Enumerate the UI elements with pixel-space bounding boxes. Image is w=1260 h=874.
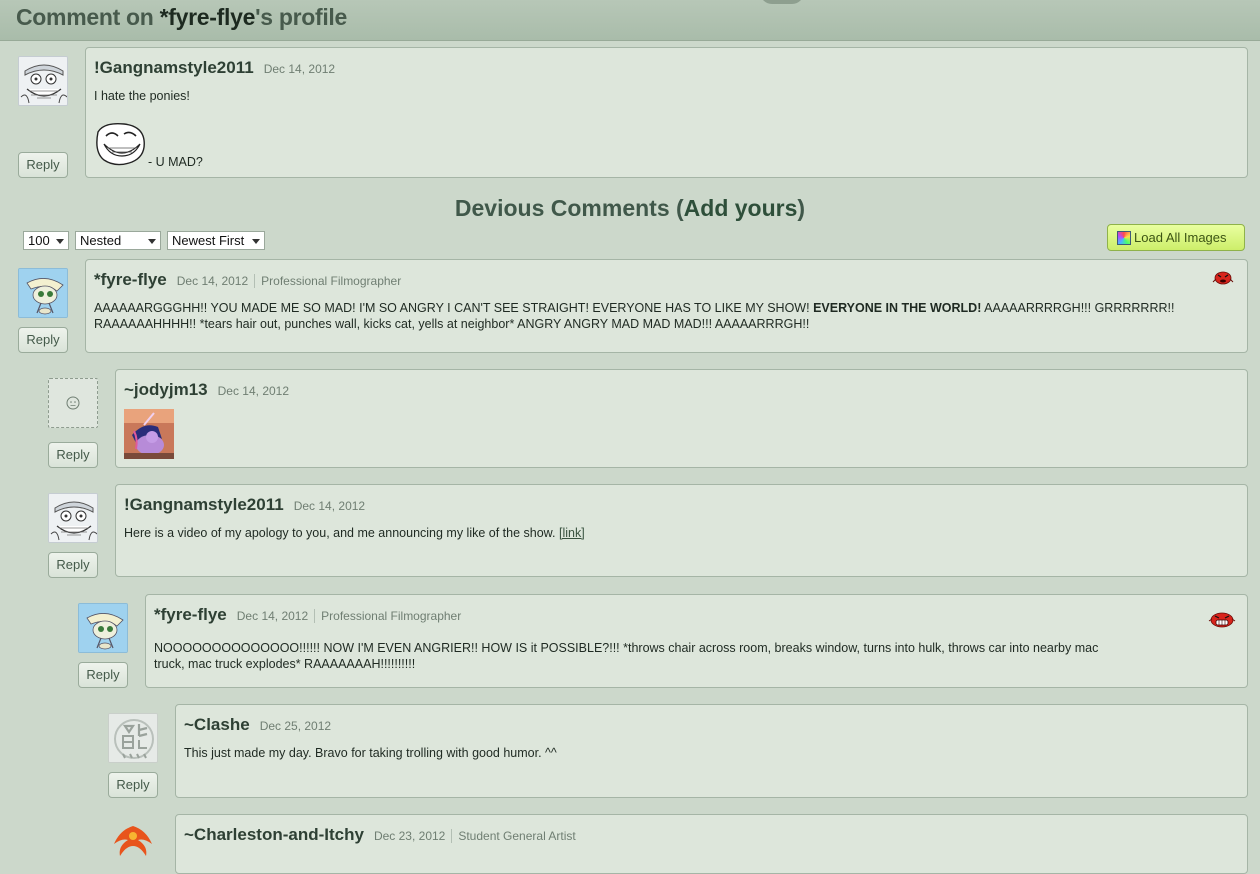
comment-date[interactable]: Dec 23, 2012 [374, 829, 445, 843]
troll-avatar-icon [19, 57, 67, 105]
pony-image-icon[interactable] [124, 409, 174, 459]
main-comment: !Gangnamstyle2011 Dec 14, 2012 I hate the… [85, 47, 1248, 178]
comment-text: RAAAAAAHHHH!! *tears hair out, punches w… [94, 317, 810, 331]
comment: *fyre-flye Dec 14, 2012 Professional Filmo… [85, 259, 1248, 353]
comment-text: Here is a video of my apology to you, an… [124, 526, 585, 540]
comment-date[interactable]: Dec 14, 2012 [218, 384, 289, 398]
comment-author[interactable]: ~Charleston-and-Itchy [184, 825, 364, 844]
section-title: Devious Comments (Add yours) [454, 195, 806, 221]
reply-button[interactable]: Reply [48, 442, 98, 468]
header-tab-decoration [760, 0, 804, 4]
reply-button[interactable]: Reply [78, 662, 128, 688]
chevron-down-icon [148, 239, 156, 244]
comment-date[interactable]: Dec 25, 2012 [260, 719, 331, 733]
comment: ~Clashe Dec 25, 2012 This just made my da… [175, 704, 1248, 798]
pony-avatar-icon [19, 269, 67, 317]
avatar[interactable] [48, 493, 98, 543]
trollface-emoticon-icon [96, 122, 145, 166]
comment-date[interactable]: Dec 14, 2012 [294, 499, 365, 513]
reply-button[interactable]: Reply [18, 327, 68, 353]
comment-author[interactable]: ~jodyjm13 [124, 380, 208, 399]
author-role: Student General Artist [451, 829, 576, 843]
comment-text: NOOOOOOOOOOOOOO!!!!!! NOW I'M EVEN ANGRI… [154, 641, 1099, 655]
comment-author[interactable]: !Gangnamstyle2011 [94, 58, 254, 77]
comment: !Gangnamstyle2011 Dec 14, 2012 Here is a … [115, 484, 1248, 577]
avatar[interactable] [108, 713, 158, 763]
avatar[interactable] [18, 268, 68, 318]
author-role: Professional Filmographer [314, 609, 462, 623]
per-page-select[interactable]: 100 [23, 231, 69, 250]
avatar[interactable] [18, 56, 68, 106]
image-icon [1117, 231, 1131, 245]
comment-author[interactable]: !Gangnamstyle2011 [124, 495, 284, 514]
phoenix-avatar-icon [114, 826, 152, 856]
reply-button[interactable]: Reply [48, 552, 98, 578]
reply-button[interactable]: Reply [18, 152, 68, 178]
sort-order-select[interactable]: Newest First [167, 231, 265, 250]
comment-text: I hate the ponies! [94, 89, 190, 103]
angry-emoticon-icon [1212, 271, 1234, 285]
troll-avatar-icon [49, 494, 97, 542]
comment-text: - U MAD? [148, 155, 203, 169]
kanji-avatar-icon [109, 714, 157, 762]
comment-author[interactable]: ~Clashe [184, 715, 250, 734]
add-comment-link[interactable]: Add yours [684, 195, 798, 221]
load-all-images-button[interactable]: Load All Images [1107, 224, 1245, 251]
comment-text: This just made my day. Bravo for taking … [184, 746, 557, 760]
comment: ~jodyjm13 Dec 14, 2012 [115, 369, 1248, 468]
comment: *fyre-flye Dec 14, 2012 Professional Filmo… [145, 594, 1248, 688]
comment-author[interactable]: *fyre-flye [94, 270, 167, 289]
default-avatar-icon [66, 396, 80, 410]
comment-date[interactable]: Dec 14, 2012 [237, 609, 308, 623]
profile-owner-link[interactable]: *fyre-flye [160, 4, 256, 30]
author-role: Professional Filmographer [254, 274, 402, 288]
page-title: Comment on *fyre-flye's profile [16, 4, 348, 30]
comment-date[interactable]: Dec 14, 2012 [177, 274, 248, 288]
chevron-down-icon [252, 239, 260, 244]
angry-shout-emoticon-icon [1208, 612, 1236, 628]
page-header: Comment on *fyre-flye's profile [0, 0, 1260, 41]
comment: ~Charleston-and-Itchy Dec 23, 2012 Student… [175, 814, 1248, 874]
video-link[interactable]: [link] [559, 526, 585, 540]
reply-button[interactable]: Reply [108, 772, 158, 798]
comment-author[interactable]: *fyre-flye [154, 605, 227, 624]
chevron-down-icon [56, 239, 64, 244]
pony-avatar-icon [79, 604, 127, 652]
view-mode-select[interactable]: Nested [75, 231, 161, 250]
avatar[interactable] [48, 378, 98, 428]
comment-text: truck, mac truck explodes* RAAAAAAAH!!!!… [154, 657, 416, 671]
comment-text: AAAAAARGGGHH!! YOU MADE ME SO MAD! I'M S… [94, 301, 1175, 315]
avatar[interactable] [78, 603, 128, 653]
comment-date[interactable]: Dec 14, 2012 [264, 62, 335, 76]
avatar[interactable] [108, 822, 158, 872]
